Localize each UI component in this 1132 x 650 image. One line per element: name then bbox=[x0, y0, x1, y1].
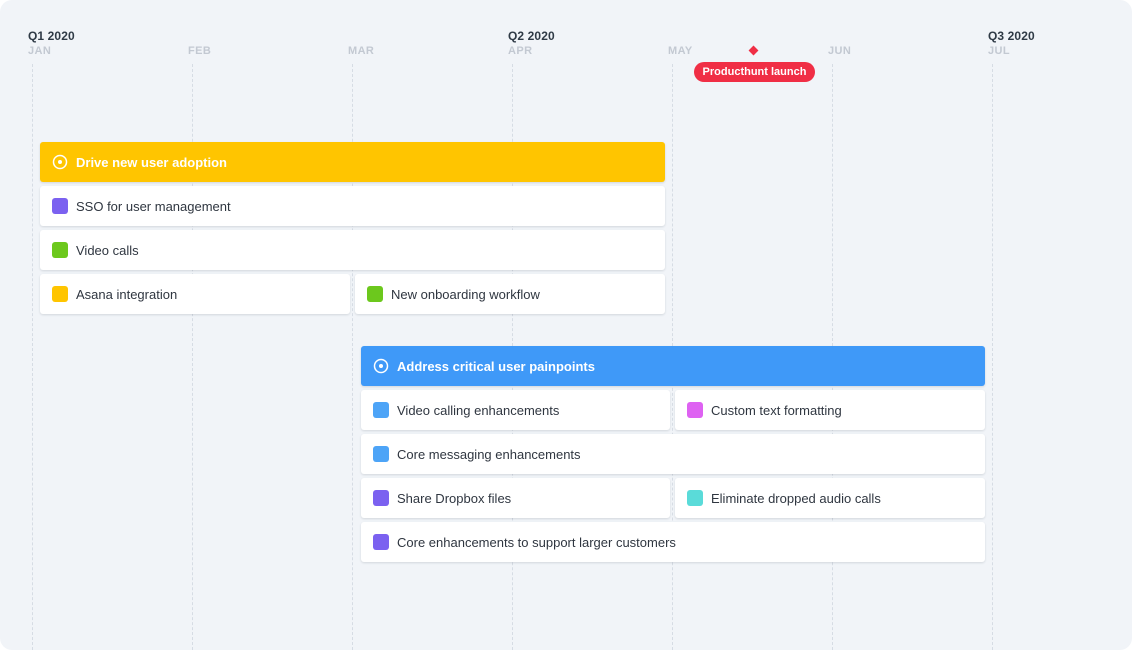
color-swatch bbox=[52, 198, 68, 214]
target-icon bbox=[373, 358, 389, 374]
month-column-mar: MAR bbox=[348, 0, 374, 650]
item-label: SSO for user management bbox=[76, 198, 231, 214]
roadmap-item-video-calls[interactable]: Video calls bbox=[40, 230, 665, 270]
color-swatch bbox=[367, 286, 383, 302]
month-label: JUL bbox=[988, 45, 1010, 57]
roadmap-timeline: Q1 2020 JAN FEB MAR Q2 2020 APR MAY JUN … bbox=[0, 0, 1132, 650]
roadmap-item-core-enhancements-larger-customers[interactable]: Core enhancements to support larger cust… bbox=[361, 522, 985, 562]
month-column-feb: FEB bbox=[188, 0, 211, 650]
color-swatch bbox=[52, 242, 68, 258]
month-label: MAR bbox=[348, 45, 375, 57]
quarter-label: Q1 2020 bbox=[28, 29, 75, 43]
roadmap-item-new-onboarding-workflow[interactable]: New onboarding workflow bbox=[355, 274, 665, 314]
item-label: Eliminate dropped audio calls bbox=[711, 490, 881, 506]
goal-title: Drive new user adoption bbox=[76, 154, 227, 170]
color-swatch bbox=[373, 534, 389, 550]
milestone-diamond-icon bbox=[748, 45, 759, 56]
item-label: Video calls bbox=[76, 242, 139, 258]
roadmap-item-share-dropbox-files[interactable]: Share Dropbox files bbox=[361, 478, 670, 518]
roadmap-item-custom-text-formatting[interactable]: Custom text formatting bbox=[675, 390, 985, 430]
color-swatch bbox=[687, 490, 703, 506]
item-label: New onboarding workflow bbox=[391, 286, 540, 302]
roadmap-item-sso[interactable]: SSO for user management bbox=[40, 186, 665, 226]
color-swatch bbox=[373, 490, 389, 506]
month-label: APR bbox=[508, 45, 533, 57]
target-icon bbox=[52, 154, 68, 170]
month-label: JAN bbox=[28, 45, 52, 57]
goal-bar-drive-new-user-adoption[interactable]: Drive new user adoption bbox=[40, 142, 665, 182]
item-label: Asana integration bbox=[76, 286, 178, 302]
item-label: Core enhancements to support larger cust… bbox=[397, 534, 676, 550]
roadmap-item-asana-integration[interactable]: Asana integration bbox=[40, 274, 350, 314]
color-swatch bbox=[373, 402, 389, 418]
month-column-jul: Q3 2020 JUL bbox=[988, 0, 1035, 650]
milestone-producthunt-launch[interactable]: Producthunt launch bbox=[694, 44, 815, 84]
roadmap-item-core-messaging-enhancements[interactable]: Core messaging enhancements bbox=[361, 434, 985, 474]
item-label: Video calling enhancements bbox=[397, 402, 560, 418]
color-swatch bbox=[687, 402, 703, 418]
month-label: FEB bbox=[188, 45, 212, 57]
color-swatch bbox=[52, 286, 68, 302]
month-label: JUN bbox=[828, 45, 852, 57]
gridline bbox=[32, 64, 33, 650]
roadmap-item-eliminate-dropped-audio-calls[interactable]: Eliminate dropped audio calls bbox=[675, 478, 985, 518]
milestone-label[interactable]: Producthunt launch bbox=[694, 62, 815, 82]
item-label: Custom text formatting bbox=[711, 402, 842, 418]
goal-bar-address-critical-user-painpoints[interactable]: Address critical user painpoints bbox=[361, 346, 985, 386]
gridline bbox=[992, 64, 993, 650]
item-label: Share Dropbox files bbox=[397, 490, 512, 506]
month-label: MAY bbox=[668, 45, 693, 57]
goal-title: Address critical user painpoints bbox=[397, 358, 595, 374]
color-swatch bbox=[373, 446, 389, 462]
roadmap-item-video-calling-enhancements[interactable]: Video calling enhancements bbox=[361, 390, 670, 430]
quarter-label: Q3 2020 bbox=[988, 29, 1035, 43]
quarter-label: Q2 2020 bbox=[508, 29, 555, 43]
month-column-jan: Q1 2020 JAN bbox=[28, 0, 75, 650]
item-label: Core messaging enhancements bbox=[397, 446, 581, 462]
